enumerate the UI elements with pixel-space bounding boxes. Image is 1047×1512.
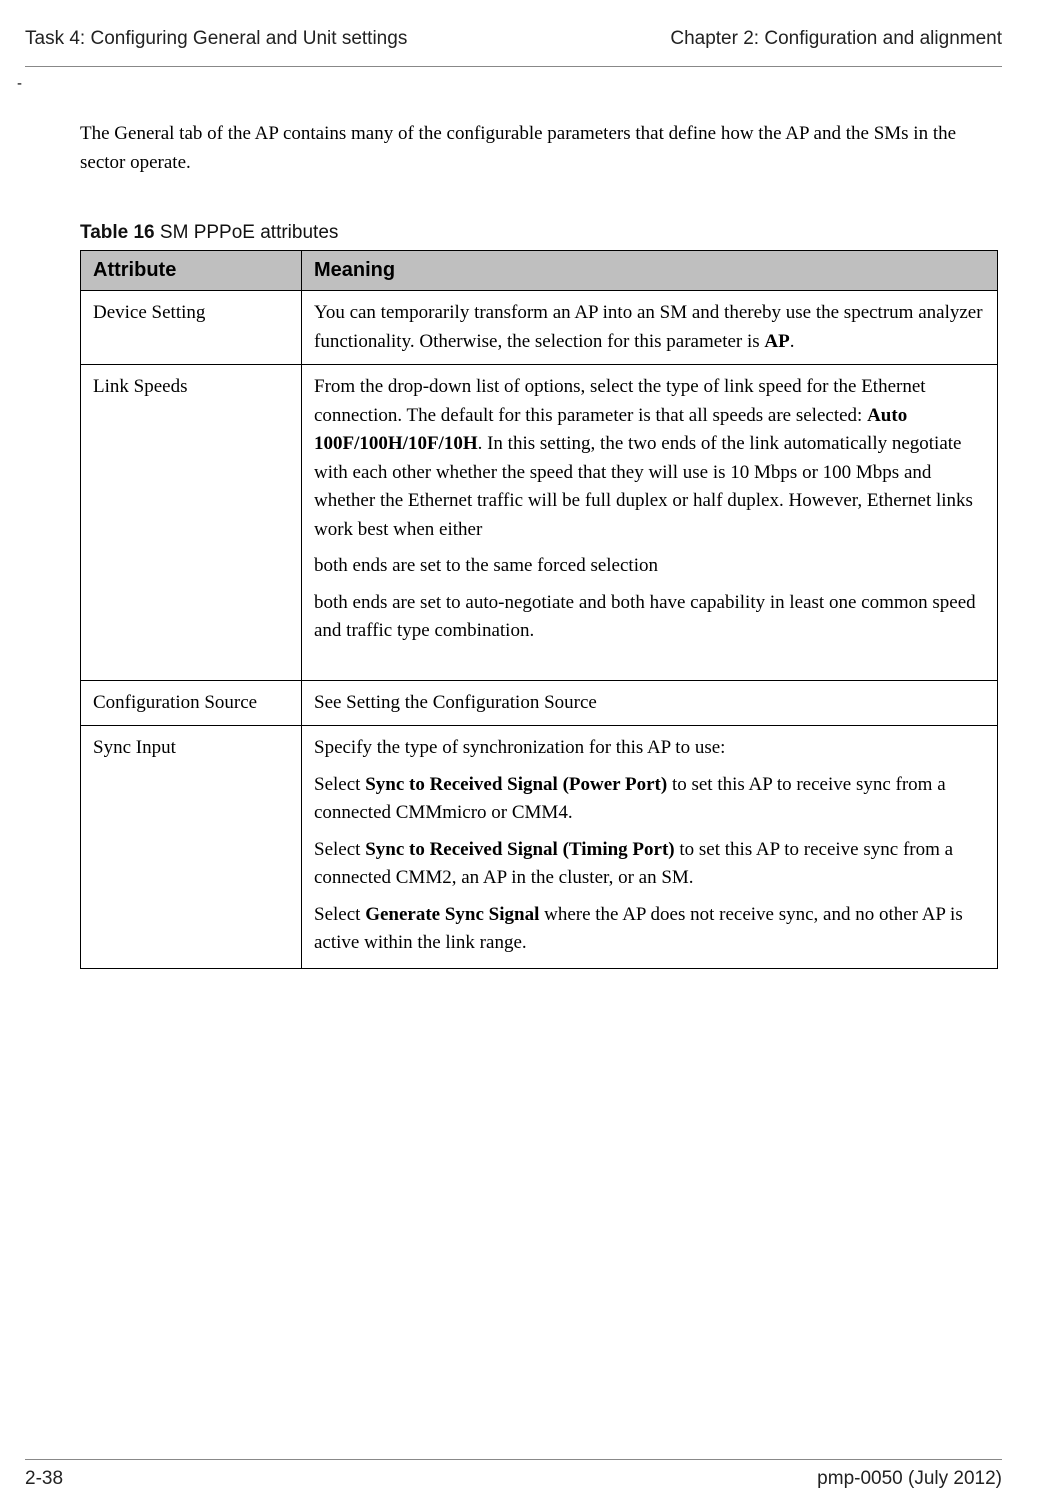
footer-left: 2-38 — [25, 1468, 63, 1490]
bold-text: Sync to Received Signal (Power Port) — [365, 774, 667, 795]
main-content: The General tab of the AP contains many … — [80, 120, 1002, 969]
table-header-row: Attribute Meaning — [81, 251, 998, 291]
attr-cell: Configuration Source — [81, 680, 302, 726]
bold-text: AP — [764, 331, 789, 352]
footer-right: pmp-0050 (July 2012) — [817, 1468, 1002, 1490]
attr-cell: Link Speeds — [81, 365, 302, 681]
header-right: Chapter 2: Configuration and alignment — [670, 28, 1002, 50]
attributes-table: Attribute Meaning Device Setting You can… — [80, 250, 998, 969]
text: You can temporarily transform an AP into… — [314, 302, 983, 352]
meaning-cell: You can temporarily transform an AP into… — [302, 291, 998, 365]
paragraph: Select Generate Sync Signal where the AP… — [314, 901, 987, 958]
attr-cell: Sync Input — [81, 726, 302, 969]
paragraph: both ends are set to auto-negotiate and … — [314, 589, 987, 646]
page-footer: 2-38 pmp-0050 (July 2012) — [25, 1459, 1002, 1490]
text: Select — [314, 774, 365, 795]
table-row: Sync Input Specify the type of synchroni… — [81, 726, 998, 969]
paragraph: From the drop-down list of options, sele… — [314, 373, 987, 544]
table-header-attribute: Attribute — [81, 251, 302, 291]
paragraph: both ends are set to the same forced sel… — [314, 552, 987, 581]
page-header: Task 4: Configuring General and Unit set… — [25, 28, 1002, 66]
dash-mark: - — [17, 75, 1002, 92]
table-row: Configuration Source See Setting the Con… — [81, 680, 998, 726]
table-caption: Table 16 SM PPPoE attributes — [80, 222, 1002, 244]
table-row: Link Speeds From the drop-down list of o… — [81, 365, 998, 681]
text: Select — [314, 839, 365, 860]
table-caption-label: Table 16 — [80, 222, 155, 243]
table-header-meaning: Meaning — [302, 251, 998, 291]
paragraph: Specify the type of synchronization for … — [314, 734, 987, 763]
meaning-cell: Specify the type of synchronization for … — [302, 726, 998, 969]
attr-cell: Device Setting — [81, 291, 302, 365]
intro-paragraph: The General tab of the AP contains many … — [80, 120, 980, 177]
header-rule — [25, 66, 1002, 67]
paragraph: Select Sync to Received Signal (Power Po… — [314, 771, 987, 828]
table-caption-title: SM PPPoE attributes — [155, 222, 339, 243]
meaning-cell: From the drop-down list of options, sele… — [302, 365, 998, 681]
header-left: Task 4: Configuring General and Unit set… — [25, 28, 407, 50]
paragraph: Select Sync to Received Signal (Timing P… — [314, 836, 987, 893]
table-row: Device Setting You can temporarily trans… — [81, 291, 998, 365]
bold-text: Sync to Received Signal (Timing Port) — [365, 839, 674, 860]
text: . — [790, 331, 795, 352]
text: From the drop-down list of options, sele… — [314, 376, 926, 426]
meaning-cell: See Setting the Configuration Source — [302, 680, 998, 726]
bold-text: Generate Sync Signal — [365, 904, 539, 925]
text: Select — [314, 904, 365, 925]
footer-rule — [25, 1459, 1002, 1460]
